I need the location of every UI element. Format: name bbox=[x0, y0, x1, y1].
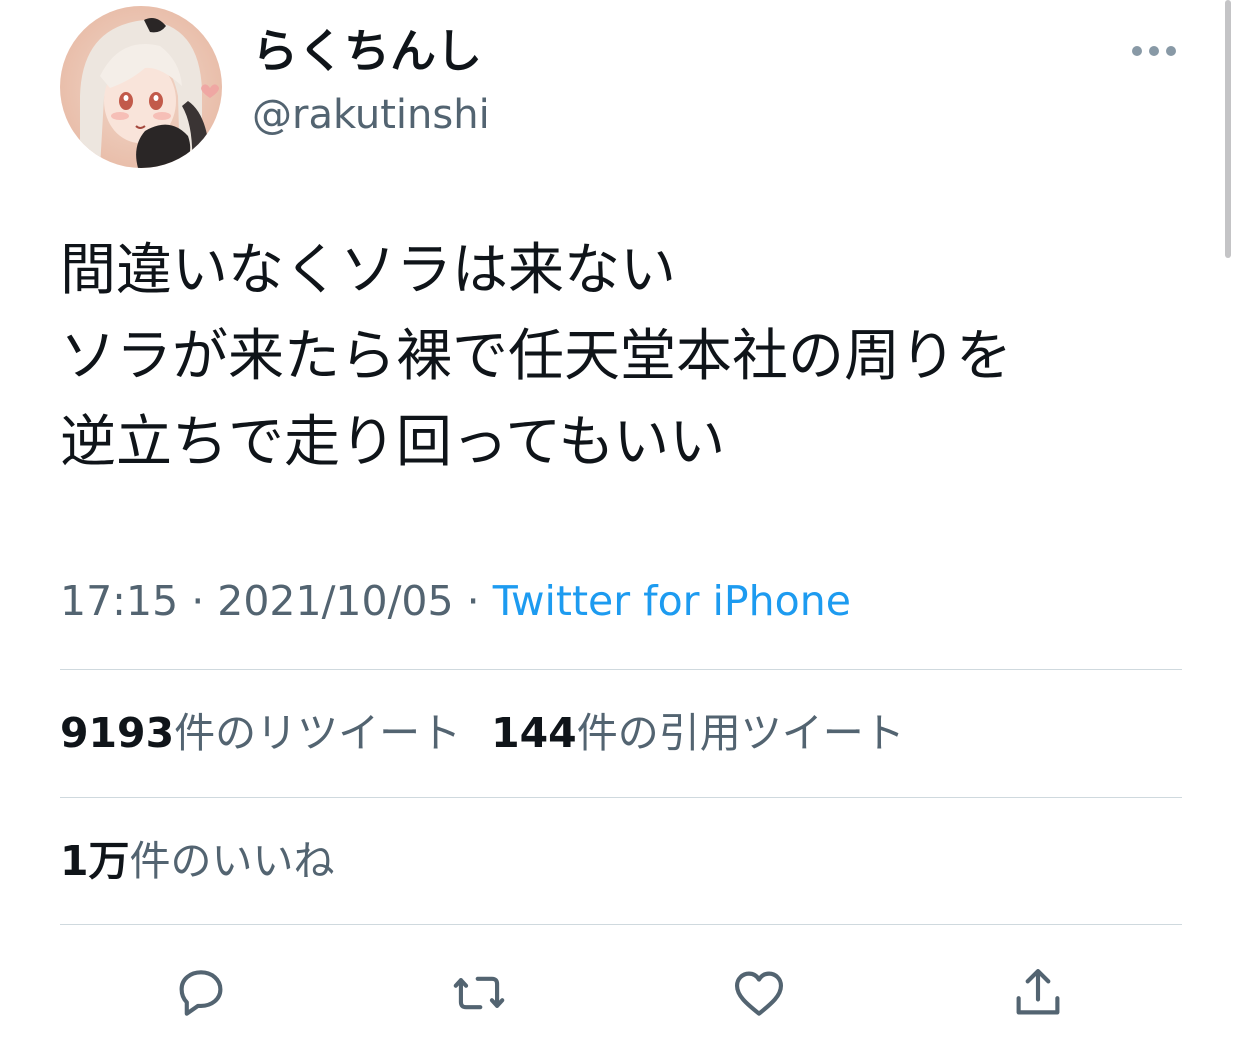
like-button[interactable] bbox=[721, 955, 797, 1031]
likes-label: 件のいいね bbox=[129, 837, 335, 885]
avatar[interactable] bbox=[60, 6, 222, 168]
action-bar bbox=[0, 955, 1241, 1031]
heart-icon bbox=[734, 971, 784, 1016]
quotes-count: 144 bbox=[491, 709, 577, 757]
user-handle[interactable]: @rakutinshi bbox=[252, 90, 490, 140]
retweets-label: 件のリツイート bbox=[174, 709, 462, 757]
more-button[interactable] bbox=[1126, 36, 1182, 66]
retweet-button[interactable] bbox=[441, 955, 517, 1031]
meta-separator: · bbox=[453, 577, 493, 625]
tweet-line: 間違いなくソラは来ない bbox=[60, 238, 676, 303]
more-icon bbox=[1132, 46, 1176, 56]
tweet-line: 逆立ちで走り回ってもいい bbox=[60, 410, 726, 475]
divider bbox=[60, 924, 1182, 925]
likes-stat[interactable]: 1万件のいいね bbox=[60, 834, 335, 888]
tweet-text: 間違いなくソラは来ない ソラが来たら裸で任天堂本社の周りを 逆立ちで走り回っても… bbox=[60, 228, 1220, 486]
avatar-illustration-icon bbox=[60, 6, 222, 168]
reply-icon bbox=[179, 970, 223, 1016]
divider bbox=[60, 669, 1182, 670]
likes-count: 1万 bbox=[60, 837, 130, 885]
tweet-date[interactable]: 2021/10/05 bbox=[217, 577, 453, 625]
engagement-stats: 9193件のリツイート 144件の引用ツイート bbox=[60, 706, 935, 760]
tweet-source-link[interactable]: Twitter for iPhone bbox=[493, 577, 851, 625]
share-button[interactable] bbox=[1000, 955, 1076, 1031]
quotes-label: 件の引用ツイート bbox=[576, 709, 905, 757]
divider bbox=[60, 797, 1182, 798]
meta-separator: · bbox=[178, 577, 218, 625]
retweets-count: 9193 bbox=[60, 709, 175, 757]
tweet-time[interactable]: 17:15 bbox=[60, 577, 178, 625]
tweet-line: ソラが来たら裸で任天堂本社の周りを bbox=[60, 324, 1012, 389]
tweet-meta: 17:15 · 2021/10/05 · Twitter for iPhone bbox=[60, 574, 851, 628]
retweet-icon bbox=[453, 976, 505, 1010]
quotes-stat[interactable]: 144件の引用ツイート bbox=[491, 706, 905, 760]
share-icon bbox=[1016, 968, 1060, 1015]
reply-button[interactable] bbox=[163, 955, 239, 1031]
display-name[interactable]: らくちんし bbox=[252, 22, 482, 80]
retweets-stat[interactable]: 9193件のリツイート bbox=[60, 706, 461, 760]
scrollbar[interactable] bbox=[1225, 0, 1231, 258]
likes-stats: 1万件のいいね bbox=[60, 834, 365, 888]
